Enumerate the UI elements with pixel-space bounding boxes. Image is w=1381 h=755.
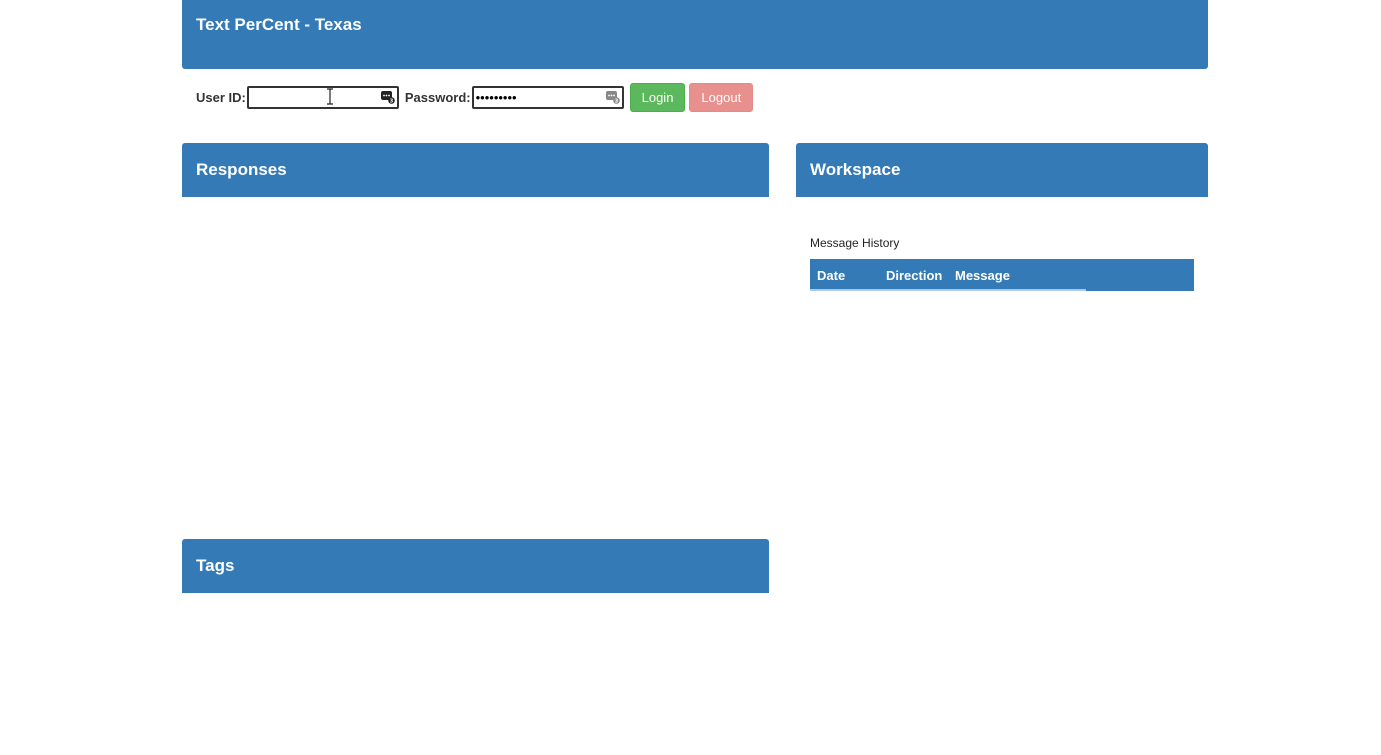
login-form: User ID: 3 Password: 3 Login Logout xyxy=(196,83,754,112)
column-header-direction[interactable]: Direction xyxy=(879,259,948,291)
app-header: Text PerCent - Texas xyxy=(182,0,1208,69)
column-header-date[interactable]: Date xyxy=(810,259,879,291)
svg-text:3: 3 xyxy=(614,98,618,104)
workspace-panel-title: Workspace xyxy=(810,160,901,179)
password-input[interactable] xyxy=(473,88,602,107)
responses-panel-header: Responses xyxy=(182,143,769,197)
password-field-wrapper: 3 xyxy=(471,86,624,109)
password-label: Password: xyxy=(404,90,471,105)
tags-panel-title: Tags xyxy=(196,556,235,575)
app-title: Text PerCent - Texas xyxy=(196,15,362,34)
user-id-field-wrapper: 3 xyxy=(246,86,399,109)
key-badge-icon[interactable]: 3 xyxy=(380,90,395,104)
user-id-input[interactable] xyxy=(248,88,377,107)
svg-text:3: 3 xyxy=(390,98,394,104)
logout-button[interactable]: Logout xyxy=(689,83,754,112)
responses-panel-title: Responses xyxy=(196,160,287,179)
workspace-panel-header: Workspace xyxy=(796,143,1208,197)
key-badge-icon[interactable]: 3 xyxy=(605,90,620,104)
table-header-row: Date Direction Message xyxy=(810,259,1194,291)
tags-panel-header: Tags xyxy=(182,539,769,593)
column-header-message[interactable]: Message xyxy=(948,259,1194,291)
login-button[interactable]: Login xyxy=(629,83,686,112)
message-history-table: Date Direction Message xyxy=(810,259,1194,291)
user-id-label: User ID: xyxy=(196,90,246,105)
text-cursor-icon xyxy=(327,88,333,105)
table-header-divider xyxy=(810,289,1086,291)
message-history-label: Message History xyxy=(810,236,900,250)
